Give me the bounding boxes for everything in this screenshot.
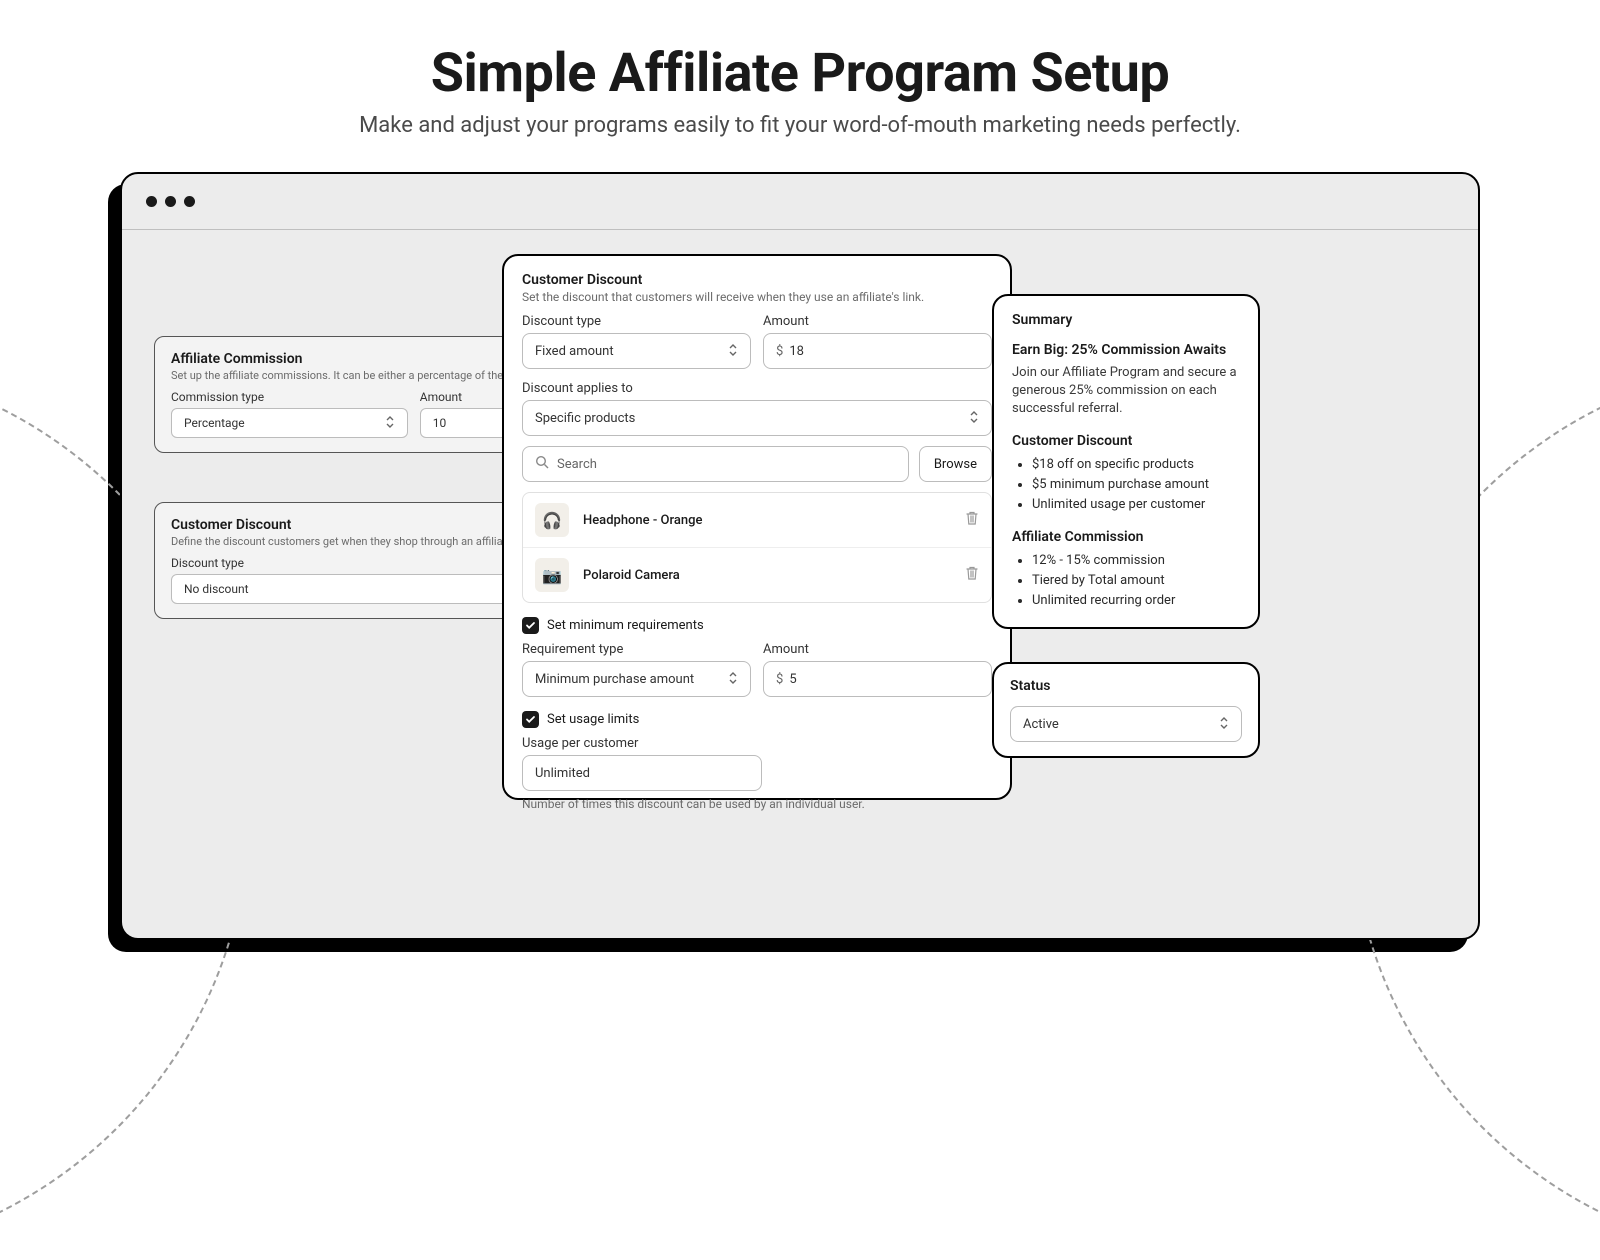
usage-per-customer-input[interactable]: Unlimited [522,755,762,791]
summary-item: 12% - 15% commission [1032,551,1240,571]
product-thumb: 🎧 [535,503,569,537]
chevron-updown-icon [1219,716,1231,732]
amount-label: Amount [763,314,992,329]
chevron-updown-icon [969,410,981,426]
usage-per-customer-label: Usage per customer [522,736,992,751]
product-row: 📷 Polaroid Camera [523,548,991,602]
status-title: Status [1010,678,1242,694]
chevron-updown-icon [385,415,397,431]
currency-prefix: $ [776,672,783,687]
card-title: Customer Discount [522,272,992,288]
summary-card: Summary Earn Big: 25% Commission Awaits … [992,294,1260,629]
summary-item: Unlimited usage per customer [1032,495,1240,515]
commission-type-label: Commission type [171,390,408,404]
min-requirements-label: Set minimum requirements [547,618,704,633]
window-dot [165,196,176,207]
product-search-input[interactable]: Search [522,446,909,482]
summary-commission-title: Affiliate Commission [1012,529,1240,545]
currency-prefix: $ [776,344,783,359]
product-list: 🎧 Headphone - Orange 📷 Polaroid Camera [522,492,992,603]
requirement-amount-label: Amount [763,642,992,657]
chevron-updown-icon [728,343,740,359]
requirement-amount-input[interactable]: $ 5 [763,661,992,697]
summary-item: Unlimited recurring order [1032,591,1240,611]
status-select[interactable]: Active [1010,706,1242,742]
card-subtitle: Set the discount that customers will rec… [522,290,992,304]
search-icon [535,455,549,473]
min-requirements-checkbox[interactable] [522,617,539,634]
summary-item: $5 minimum purchase amount [1032,475,1240,495]
product-row: 🎧 Headphone - Orange [523,493,991,548]
summary-headline: Earn Big: 25% Commission Awaits [1012,342,1240,358]
applies-to-label: Discount applies to [522,381,992,396]
page-title: Simple Affiliate Program Setup [0,42,1600,105]
discount-type-select[interactable]: Fixed amount [522,333,751,369]
summary-item: Tiered by Total amount [1032,571,1240,591]
applies-to-select[interactable]: Specific products [522,400,992,436]
summary-discount-list: $18 off on specific products $5 minimum … [1032,455,1240,515]
page-subtitle: Make and adjust your programs easily to … [0,113,1600,138]
product-name: Headphone - Orange [583,513,951,528]
summary-item: $18 off on specific products [1032,455,1240,475]
summary-commission-list: 12% - 15% commission Tiered by Total amo… [1032,551,1240,611]
chevron-updown-icon [728,671,740,687]
requirement-type-select[interactable]: Minimum purchase amount [522,661,751,697]
commission-type-select[interactable]: Percentage [171,408,408,438]
summary-title: Summary [1012,312,1240,328]
delete-icon[interactable] [965,566,979,585]
window-dot [146,196,157,207]
window-dot [184,196,195,207]
product-name: Polaroid Camera [583,568,951,583]
discount-amount-input[interactable]: $ 18 [763,333,992,369]
customer-discount-card: Customer Discount Set the discount that … [502,254,1012,800]
product-thumb: 📷 [535,558,569,592]
requirement-type-label: Requirement type [522,642,751,657]
usage-note: Number of times this discount can be use… [522,797,992,811]
delete-icon[interactable] [965,511,979,530]
usage-limits-label: Set usage limits [547,712,639,727]
summary-paragraph: Join our Affiliate Program and secure a … [1012,364,1240,419]
hero: Simple Affiliate Program Setup Make and … [0,0,1600,138]
usage-limits-checkbox[interactable] [522,711,539,728]
browser-titlebar [122,174,1478,230]
browse-button[interactable]: Browse [919,446,992,482]
summary-discount-title: Customer Discount [1012,433,1240,449]
status-card: Status Active [992,662,1260,758]
discount-type-label: Discount type [522,314,751,329]
